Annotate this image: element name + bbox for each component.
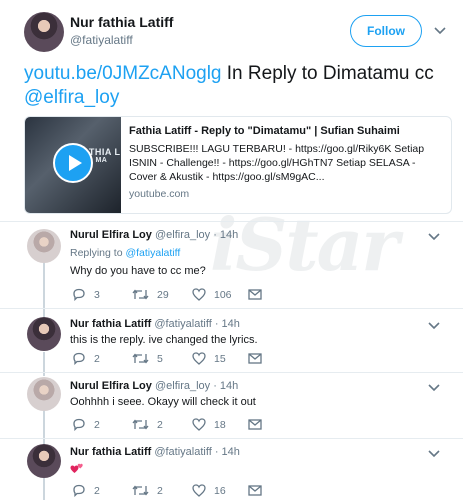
envelope-icon [248, 485, 262, 496]
chevron-down-icon[interactable] [434, 27, 446, 35]
reply-button[interactable]: 2 [72, 418, 100, 431]
heart-icon [192, 288, 206, 301]
avatar[interactable] [27, 444, 61, 478]
reply-icon [73, 484, 85, 497]
retweet-button[interactable]: 5 [132, 352, 163, 365]
chevron-down-icon[interactable] [428, 322, 440, 330]
reply-text: this is the reply. ive changed the lyric… [70, 334, 258, 346]
tweet-actions: 2 2 16 [72, 484, 372, 500]
replying-to-handle[interactable]: @fatiyalatiff [125, 247, 180, 259]
tweet-actions: 3 29 106 [72, 288, 372, 304]
tweet-text: youtu.be/0JMZcANoglg In Reply to Dimatam… [24, 62, 444, 110]
author-handle[interactable]: @fatiyalatiff [70, 33, 133, 47]
reply-author[interactable]: Nur fathia Latiff @fatiyalatiff · 14h [70, 318, 240, 330]
reply-author[interactable]: Nurul Elfira Loy @elfira_loy · 14h [70, 380, 238, 392]
avatar[interactable] [27, 317, 61, 351]
heart-icon [192, 352, 206, 365]
like-button[interactable]: 15 [192, 352, 226, 365]
divider [0, 372, 463, 373]
reply-icon [73, 352, 85, 365]
link-card[interactable]: FATHIA L DI MA Fathia Latiff - Reply to … [24, 116, 452, 214]
like-button[interactable]: 16 [192, 484, 226, 497]
thread-line [43, 478, 45, 500]
mention-link[interactable]: @elfira_loy [24, 87, 119, 108]
play-icon[interactable] [53, 143, 93, 183]
divider [0, 308, 463, 309]
reply-button[interactable]: 2 [72, 352, 100, 365]
reply-text: Oohhhh i seee. Okayy will check it out [70, 396, 256, 408]
like-button[interactable]: 106 [192, 288, 232, 301]
avatar[interactable] [27, 377, 61, 411]
dm-button[interactable] [248, 484, 270, 496]
chevron-down-icon[interactable] [428, 233, 440, 241]
divider [0, 221, 463, 222]
avatar[interactable] [27, 229, 61, 263]
dm-button[interactable] [248, 418, 270, 430]
envelope-icon [248, 289, 262, 300]
author-name[interactable]: Nur fathia Latiff [70, 14, 173, 30]
heart-icon [192, 418, 206, 431]
envelope-icon [248, 419, 262, 430]
retweet-button[interactable]: 29 [132, 288, 169, 301]
tweet-link[interactable]: youtu.be/0JMZcANoglg [24, 63, 222, 84]
reply-button[interactable]: 2 [72, 484, 100, 497]
dm-button[interactable] [248, 352, 270, 364]
card-description: SUBSCRIBE!!! LAGU TERBARU! - https://goo… [129, 143, 425, 183]
chevron-down-icon[interactable] [428, 450, 440, 458]
avatar[interactable] [24, 12, 64, 52]
replying-to: Replying to @fatiyalatiff [70, 247, 181, 259]
chevron-down-icon[interactable] [428, 384, 440, 392]
retweet-icon [132, 289, 149, 300]
thread-line [43, 262, 45, 318]
tweet-actions: 2 2 18 [72, 418, 372, 434]
watermark: iStar [210, 202, 399, 287]
two-hearts-icon [70, 461, 84, 479]
reply-icon [73, 418, 85, 431]
card-title: Fathia Latiff - Reply to "Dimatamu" | Su… [129, 125, 400, 137]
thread-line [43, 410, 45, 446]
retweet-icon [132, 353, 149, 364]
retweet-button[interactable]: 2 [132, 418, 163, 431]
reply-author[interactable]: Nurul Elfira Loy @elfira_loy · 14h [70, 229, 238, 241]
divider [0, 438, 463, 439]
retweet-icon [132, 485, 149, 496]
card-domain: youtube.com [129, 188, 190, 200]
follow-button[interactable]: Follow [350, 15, 422, 47]
tweet-actions: 2 5 15 [72, 352, 372, 368]
retweet-button[interactable]: 2 [132, 484, 163, 497]
reply-icon [73, 288, 85, 301]
reply-author[interactable]: Nur fathia Latiff @fatiyalatiff · 14h [70, 446, 240, 458]
reply-button[interactable]: 3 [72, 288, 100, 301]
tweet-text-body: In Reply to Dimatamu cc [221, 63, 434, 84]
envelope-icon [248, 353, 262, 364]
like-button[interactable]: 18 [192, 418, 226, 431]
dm-button[interactable] [248, 288, 270, 300]
heart-icon [192, 484, 206, 497]
retweet-icon [132, 419, 149, 430]
video-thumbnail[interactable]: FATHIA L DI MA [25, 117, 121, 213]
reply-text: Why do you have to cc me? [70, 265, 206, 277]
